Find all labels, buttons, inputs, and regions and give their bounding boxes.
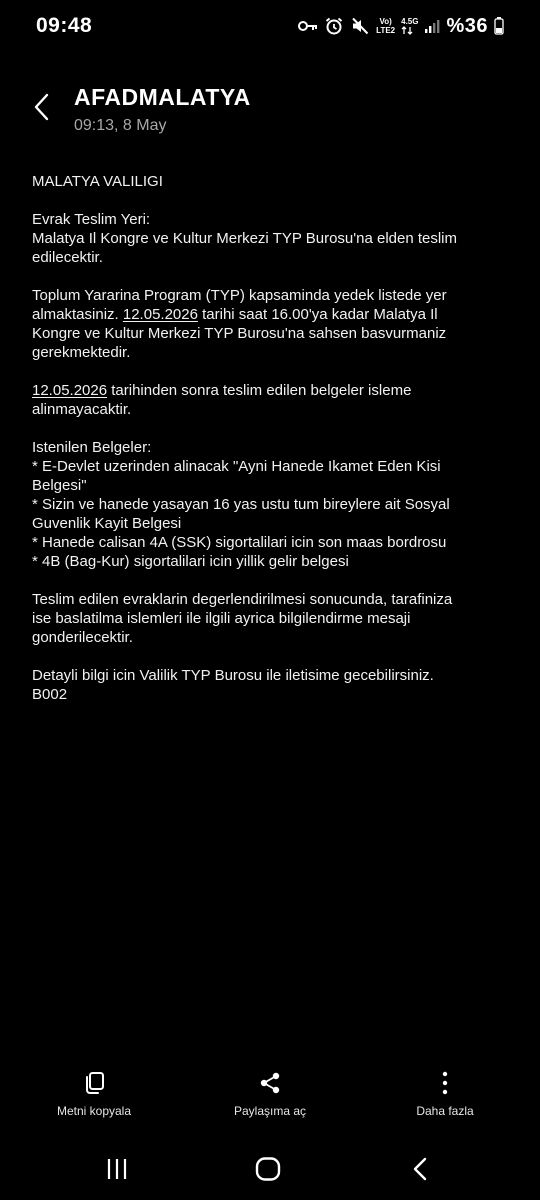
navigation-bar xyxy=(0,1148,540,1194)
message-line: gerekmektedir. xyxy=(32,344,131,361)
mute-icon xyxy=(350,16,370,36)
battery-percent: %36 xyxy=(446,14,488,37)
status-time: 09:48 xyxy=(36,14,93,37)
message-line: MALATYA VALILIGI xyxy=(32,173,163,190)
home-icon xyxy=(255,1156,281,1186)
message-line: almaktasiniz. 12.05.2026 tarihi saat 16.… xyxy=(32,305,510,324)
message-line: 12.05.2026 tarihinden sonra teslim edile… xyxy=(32,381,510,400)
network-indicator: Vo) LTE2 xyxy=(376,17,395,35)
recent-apps-button[interactable] xyxy=(97,1156,137,1186)
date-link[interactable]: 12.05.2026 xyxy=(32,382,107,399)
lte-label: LTE2 xyxy=(376,26,396,35)
action-bar: Metni kopyala Paylaşıma aç Daha fazla xyxy=(0,1068,540,1128)
message-line: alinmayacaktir. xyxy=(32,401,132,418)
message-line: * 4B (Bag-Kur) sigortalilari icin yillik… xyxy=(32,553,349,570)
status-bar: 09:48 Vo) LTE2 4.5G %36 xyxy=(0,0,540,52)
home-button[interactable] xyxy=(248,1156,288,1186)
message-line: Kongre ve Kultur Merkezi TYP Burosu'na s… xyxy=(32,325,447,342)
back-icon xyxy=(412,1157,428,1186)
message-line: edilecektir. xyxy=(32,249,103,266)
message-paragraph: 12.05.2026 tarihinden sonra teslim edile… xyxy=(32,381,510,419)
copy-text-button[interactable]: Metni kopyala xyxy=(14,1068,174,1118)
message-line: ise baslatilma islemleri ile ilgili ayri… xyxy=(32,610,411,627)
message-line: Detayli bilgi icin Valilik TYP Burosu il… xyxy=(32,667,434,684)
copy-icon xyxy=(83,1068,105,1098)
message-line: B002 xyxy=(32,686,68,703)
data-arrows-icon xyxy=(401,26,418,35)
more-options-label: Daha fazla xyxy=(416,1104,474,1118)
message-text: tarihi saat 16.00'ya kadar Malatya Il xyxy=(197,306,438,323)
message-paragraph: Toplum Yararina Program (TYP) kapsaminda… xyxy=(32,286,510,362)
more-vertical-icon xyxy=(442,1068,448,1098)
message-line: Guvenlik Kayit Belgesi xyxy=(32,515,182,532)
share-label: Paylaşıma aç xyxy=(233,1104,307,1118)
share-button[interactable]: Paylaşıma aç xyxy=(190,1068,350,1118)
copy-text-label: Metni kopyala xyxy=(56,1104,132,1118)
message-line: * Sizin ve hanede yasayan 16 yas ustu tu… xyxy=(32,496,450,513)
key-icon xyxy=(298,19,318,33)
sender-name: AFADMALATYA xyxy=(74,84,251,110)
alarm-icon xyxy=(324,16,344,36)
chevron-left-icon xyxy=(33,93,49,126)
date-link[interactable]: 12.05.2026 xyxy=(123,306,198,323)
message-line: gonderilecektir. xyxy=(32,629,133,646)
message-line: Evrak Teslim Yeri: xyxy=(32,211,151,228)
message-text: almaktasiniz. xyxy=(32,306,123,323)
message-body: MALATYA VALILIGI Evrak Teslim Yeri: Mala… xyxy=(32,172,510,723)
message-paragraph: Istenilen Belgeler: * E-Devlet uzerinden… xyxy=(32,438,510,571)
battery-icon xyxy=(494,17,504,35)
share-icon xyxy=(258,1068,282,1098)
status-icons: Vo) LTE2 4.5G %36 xyxy=(298,12,504,40)
message-line: Istenilen Belgeler: xyxy=(32,439,152,456)
message-line: * Hanede calisan 4A (SSK) sigortalilari … xyxy=(32,534,447,551)
message-paragraph: Evrak Teslim Yeri: Malatya Il Kongre ve … xyxy=(32,210,510,267)
message-line: Belgesi" xyxy=(32,477,87,494)
message-line: Malatya Il Kongre ve Kultur Merkezi TYP … xyxy=(32,230,458,247)
message-line: Toplum Yararina Program (TYP) kapsaminda… xyxy=(32,287,447,304)
conversation-header: AFADMALATYA 09:13, 8 May xyxy=(0,80,540,144)
message-line: Teslim edilen evraklarin degerlendirilme… xyxy=(32,591,453,608)
nav-back-button[interactable] xyxy=(400,1156,440,1186)
recent-apps-icon xyxy=(106,1157,128,1186)
message-text: tarihinden sonra teslim edilen belgeler … xyxy=(107,382,412,399)
network-type-label: 4.5G xyxy=(401,17,419,26)
message-line: * E-Devlet uzerinden alinacak "Ayni Hane… xyxy=(32,458,441,475)
message-paragraph: Detayli bilgi icin Valilik TYP Burosu il… xyxy=(32,666,510,704)
signal-icon xyxy=(424,18,440,34)
volte-label: Vo) xyxy=(379,17,392,26)
network-type: 4.5G xyxy=(401,17,418,35)
more-options-button[interactable]: Daha fazla xyxy=(365,1068,525,1118)
message-paragraph: MALATYA VALILIGI xyxy=(32,172,510,191)
back-button[interactable] xyxy=(26,92,56,126)
message-paragraph: Teslim edilen evraklarin degerlendirilme… xyxy=(32,590,510,647)
message-timestamp: 09:13, 8 May xyxy=(74,117,167,134)
